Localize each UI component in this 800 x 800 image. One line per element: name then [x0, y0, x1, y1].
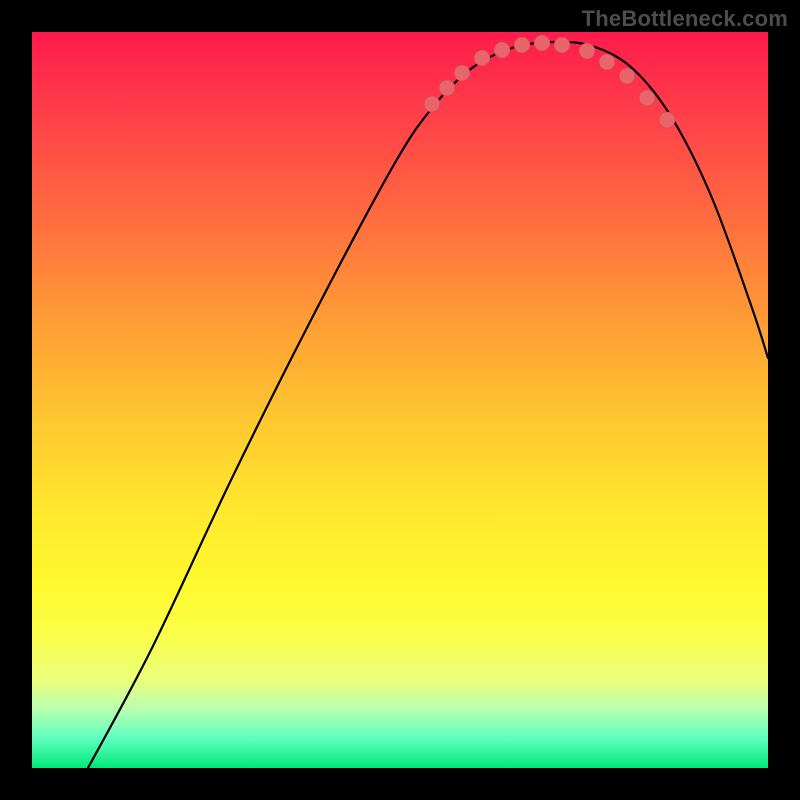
- chart-svg: [32, 32, 768, 768]
- marker-dot: [639, 90, 655, 106]
- marker-group: [424, 35, 675, 128]
- marker-dot: [599, 54, 615, 70]
- marker-dot: [554, 37, 570, 53]
- marker-dot: [494, 42, 510, 58]
- marker-dot: [579, 43, 595, 59]
- marker-dot: [474, 50, 490, 66]
- chart-plot-area: [32, 32, 768, 768]
- marker-dot: [514, 37, 530, 53]
- marker-dot: [659, 112, 675, 128]
- marker-dot: [424, 96, 440, 112]
- marker-dot: [619, 68, 635, 84]
- marker-dot: [454, 65, 470, 81]
- bottleneck-curve-path: [88, 42, 768, 768]
- watermark-text: TheBottleneck.com: [582, 6, 788, 32]
- marker-dot: [439, 80, 455, 96]
- marker-dot: [534, 35, 550, 51]
